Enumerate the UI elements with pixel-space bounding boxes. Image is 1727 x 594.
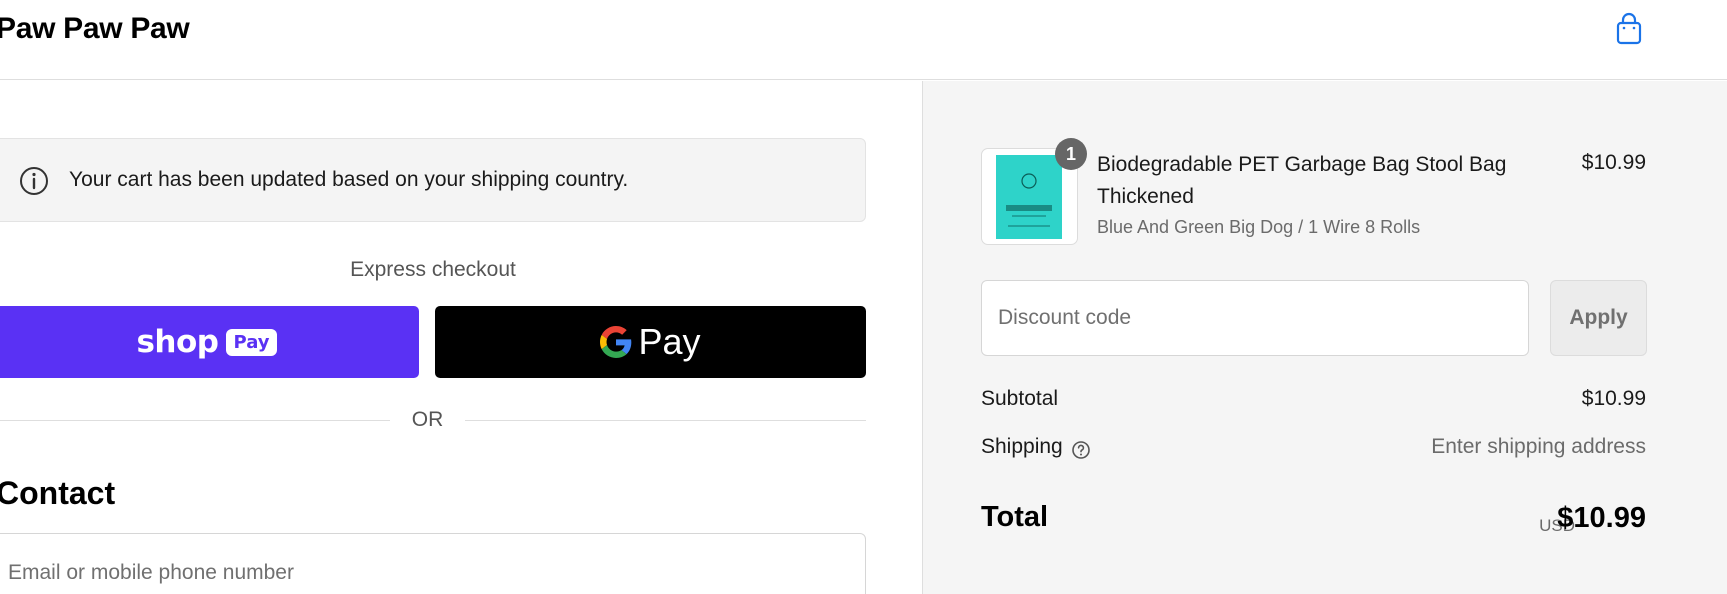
product-title: Biodegradable PET Garbage Bag Stool Bag … bbox=[1097, 153, 1507, 208]
info-icon bbox=[20, 167, 48, 195]
discount-code-input[interactable] bbox=[981, 280, 1529, 356]
apply-discount-button[interactable]: Apply bbox=[1550, 280, 1647, 356]
google-g-icon bbox=[600, 326, 632, 358]
store-logo[interactable]: Paw Paw Paw bbox=[0, 12, 190, 46]
quantity-badge: 1 bbox=[1055, 138, 1087, 170]
order-summary: 1 Biodegradable PET Garbage Bag Stool Ba… bbox=[922, 81, 1727, 594]
email-field[interactable] bbox=[0, 533, 866, 594]
shop-pay-wordmark: shop bbox=[136, 324, 219, 360]
subtotal-value: $10.99 bbox=[1581, 387, 1646, 410]
or-divider-text: OR bbox=[411, 408, 444, 431]
express-checkout-label: Express checkout bbox=[350, 258, 516, 281]
shopping-bag-icon bbox=[1616, 12, 1642, 45]
cart-button[interactable] bbox=[1612, 12, 1646, 46]
product-bag-illustration bbox=[1006, 173, 1052, 227]
notice-message: Your cart has been updated based on your… bbox=[69, 168, 629, 191]
shop-pay-button[interactable]: shop Pay bbox=[0, 306, 419, 378]
product-price: $10.99 bbox=[1581, 151, 1646, 174]
shipping-value: Enter shipping address bbox=[1431, 435, 1646, 458]
total-label: Total bbox=[981, 501, 1049, 533]
header: Paw Paw Paw bbox=[0, 0, 1727, 80]
product-variant: Blue And Green Big Dog / 1 Wire 8 Rolls bbox=[1097, 217, 1421, 237]
google-pay-label: Pay bbox=[638, 321, 701, 362]
total-value: $10.99 bbox=[1557, 502, 1646, 534]
shipping-label: Shipping bbox=[981, 435, 1063, 458]
shop-pay-pill: Pay bbox=[226, 328, 277, 356]
google-pay-button[interactable]: Pay bbox=[435, 306, 866, 378]
divider-left bbox=[0, 420, 390, 421]
checkout-main: Your cart has been updated based on your… bbox=[0, 81, 922, 594]
divider-right bbox=[465, 420, 866, 421]
question-circle-icon[interactable] bbox=[1071, 440, 1091, 460]
subtotal-label: Subtotal bbox=[981, 387, 1059, 410]
contact-heading: Contact bbox=[0, 475, 116, 511]
cart-updated-notice: Your cart has been updated based on your… bbox=[0, 138, 866, 222]
